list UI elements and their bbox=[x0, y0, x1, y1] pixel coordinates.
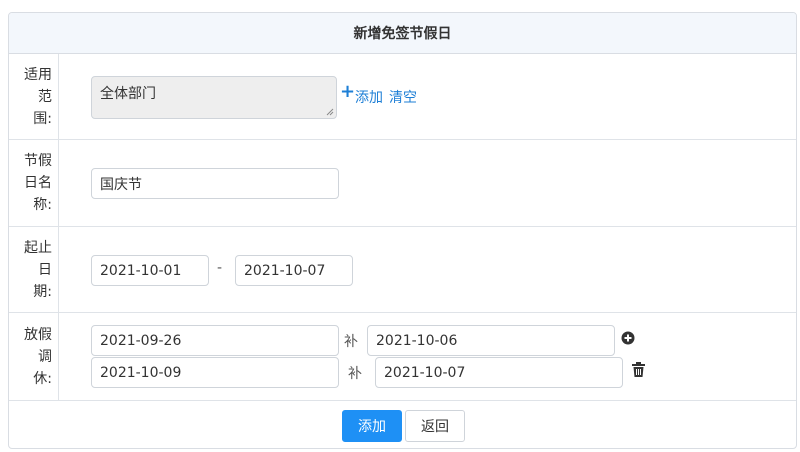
date-range-label: 起止日期: bbox=[24, 239, 52, 300]
resize-handle-icon[interactable] bbox=[326, 108, 334, 116]
holiday-name-label: 节假日名称: bbox=[24, 153, 52, 213]
swap-label-cell: 放假调休: bbox=[9, 313, 59, 400]
make-up-date-value-1: 2021-10-06 bbox=[376, 332, 458, 349]
holiday-form-panel: 新增免签节假日 适用范围: 全体部门 + 添加 清空 节假日名称: 国庆节 起止… bbox=[8, 12, 797, 449]
end-date-value: 2021-10-07 bbox=[244, 262, 326, 279]
swap-date-value-2: 2021-10-09 bbox=[100, 364, 182, 381]
swap-row: 放假调休: 2021-09-26 补 2021-10-06 2021-10-09… bbox=[9, 313, 796, 401]
scope-value: 全体部门 bbox=[100, 86, 156, 102]
make-up-label-2: 补 bbox=[348, 366, 362, 382]
scope-row: 适用范围: 全体部门 + 添加 清空 bbox=[9, 54, 796, 140]
start-date-input[interactable]: 2021-10-01 bbox=[91, 255, 209, 286]
make-up-label-1: 补 bbox=[344, 334, 358, 350]
swap-date-input-2[interactable]: 2021-10-09 bbox=[91, 357, 339, 388]
scope-textarea[interactable]: 全体部门 bbox=[91, 76, 337, 119]
add-scope-link[interactable]: 添加 bbox=[355, 87, 383, 107]
holiday-name-label-cell: 节假日名称: bbox=[9, 140, 59, 226]
make-up-date-value-2: 2021-10-07 bbox=[384, 364, 466, 381]
clear-scope-link[interactable]: 清空 bbox=[389, 87, 417, 107]
swap-label: 放假调休: bbox=[24, 326, 52, 387]
plus-icon[interactable]: + bbox=[340, 83, 355, 101]
plus-circle-icon[interactable] bbox=[621, 331, 635, 345]
swap-date-value-1: 2021-09-26 bbox=[100, 332, 182, 349]
date-range-label-cell: 起止日期: bbox=[9, 227, 59, 312]
make-up-date-input-1[interactable]: 2021-10-06 bbox=[367, 325, 615, 356]
holiday-name-row: 节假日名称: 国庆节 bbox=[9, 140, 796, 227]
scope-label-cell: 适用范围: bbox=[9, 54, 59, 139]
holiday-name-input[interactable]: 国庆节 bbox=[91, 168, 339, 199]
back-button[interactable]: 返回 bbox=[405, 410, 465, 442]
end-date-input[interactable]: 2021-10-07 bbox=[235, 255, 353, 286]
make-up-date-input-2[interactable]: 2021-10-07 bbox=[375, 357, 623, 388]
date-range-separator: - bbox=[217, 260, 223, 276]
submit-button[interactable]: 添加 bbox=[342, 410, 402, 442]
holiday-name-value: 国庆节 bbox=[100, 176, 142, 193]
trash-icon[interactable] bbox=[632, 362, 645, 377]
swap-date-input-1[interactable]: 2021-09-26 bbox=[91, 325, 339, 356]
start-date-value: 2021-10-01 bbox=[100, 262, 182, 279]
panel-title: 新增免签节假日 bbox=[9, 13, 796, 54]
date-range-row: 起止日期: 2021-10-01 - 2021-10-07 bbox=[9, 227, 796, 313]
scope-label: 适用范围: bbox=[24, 66, 52, 127]
